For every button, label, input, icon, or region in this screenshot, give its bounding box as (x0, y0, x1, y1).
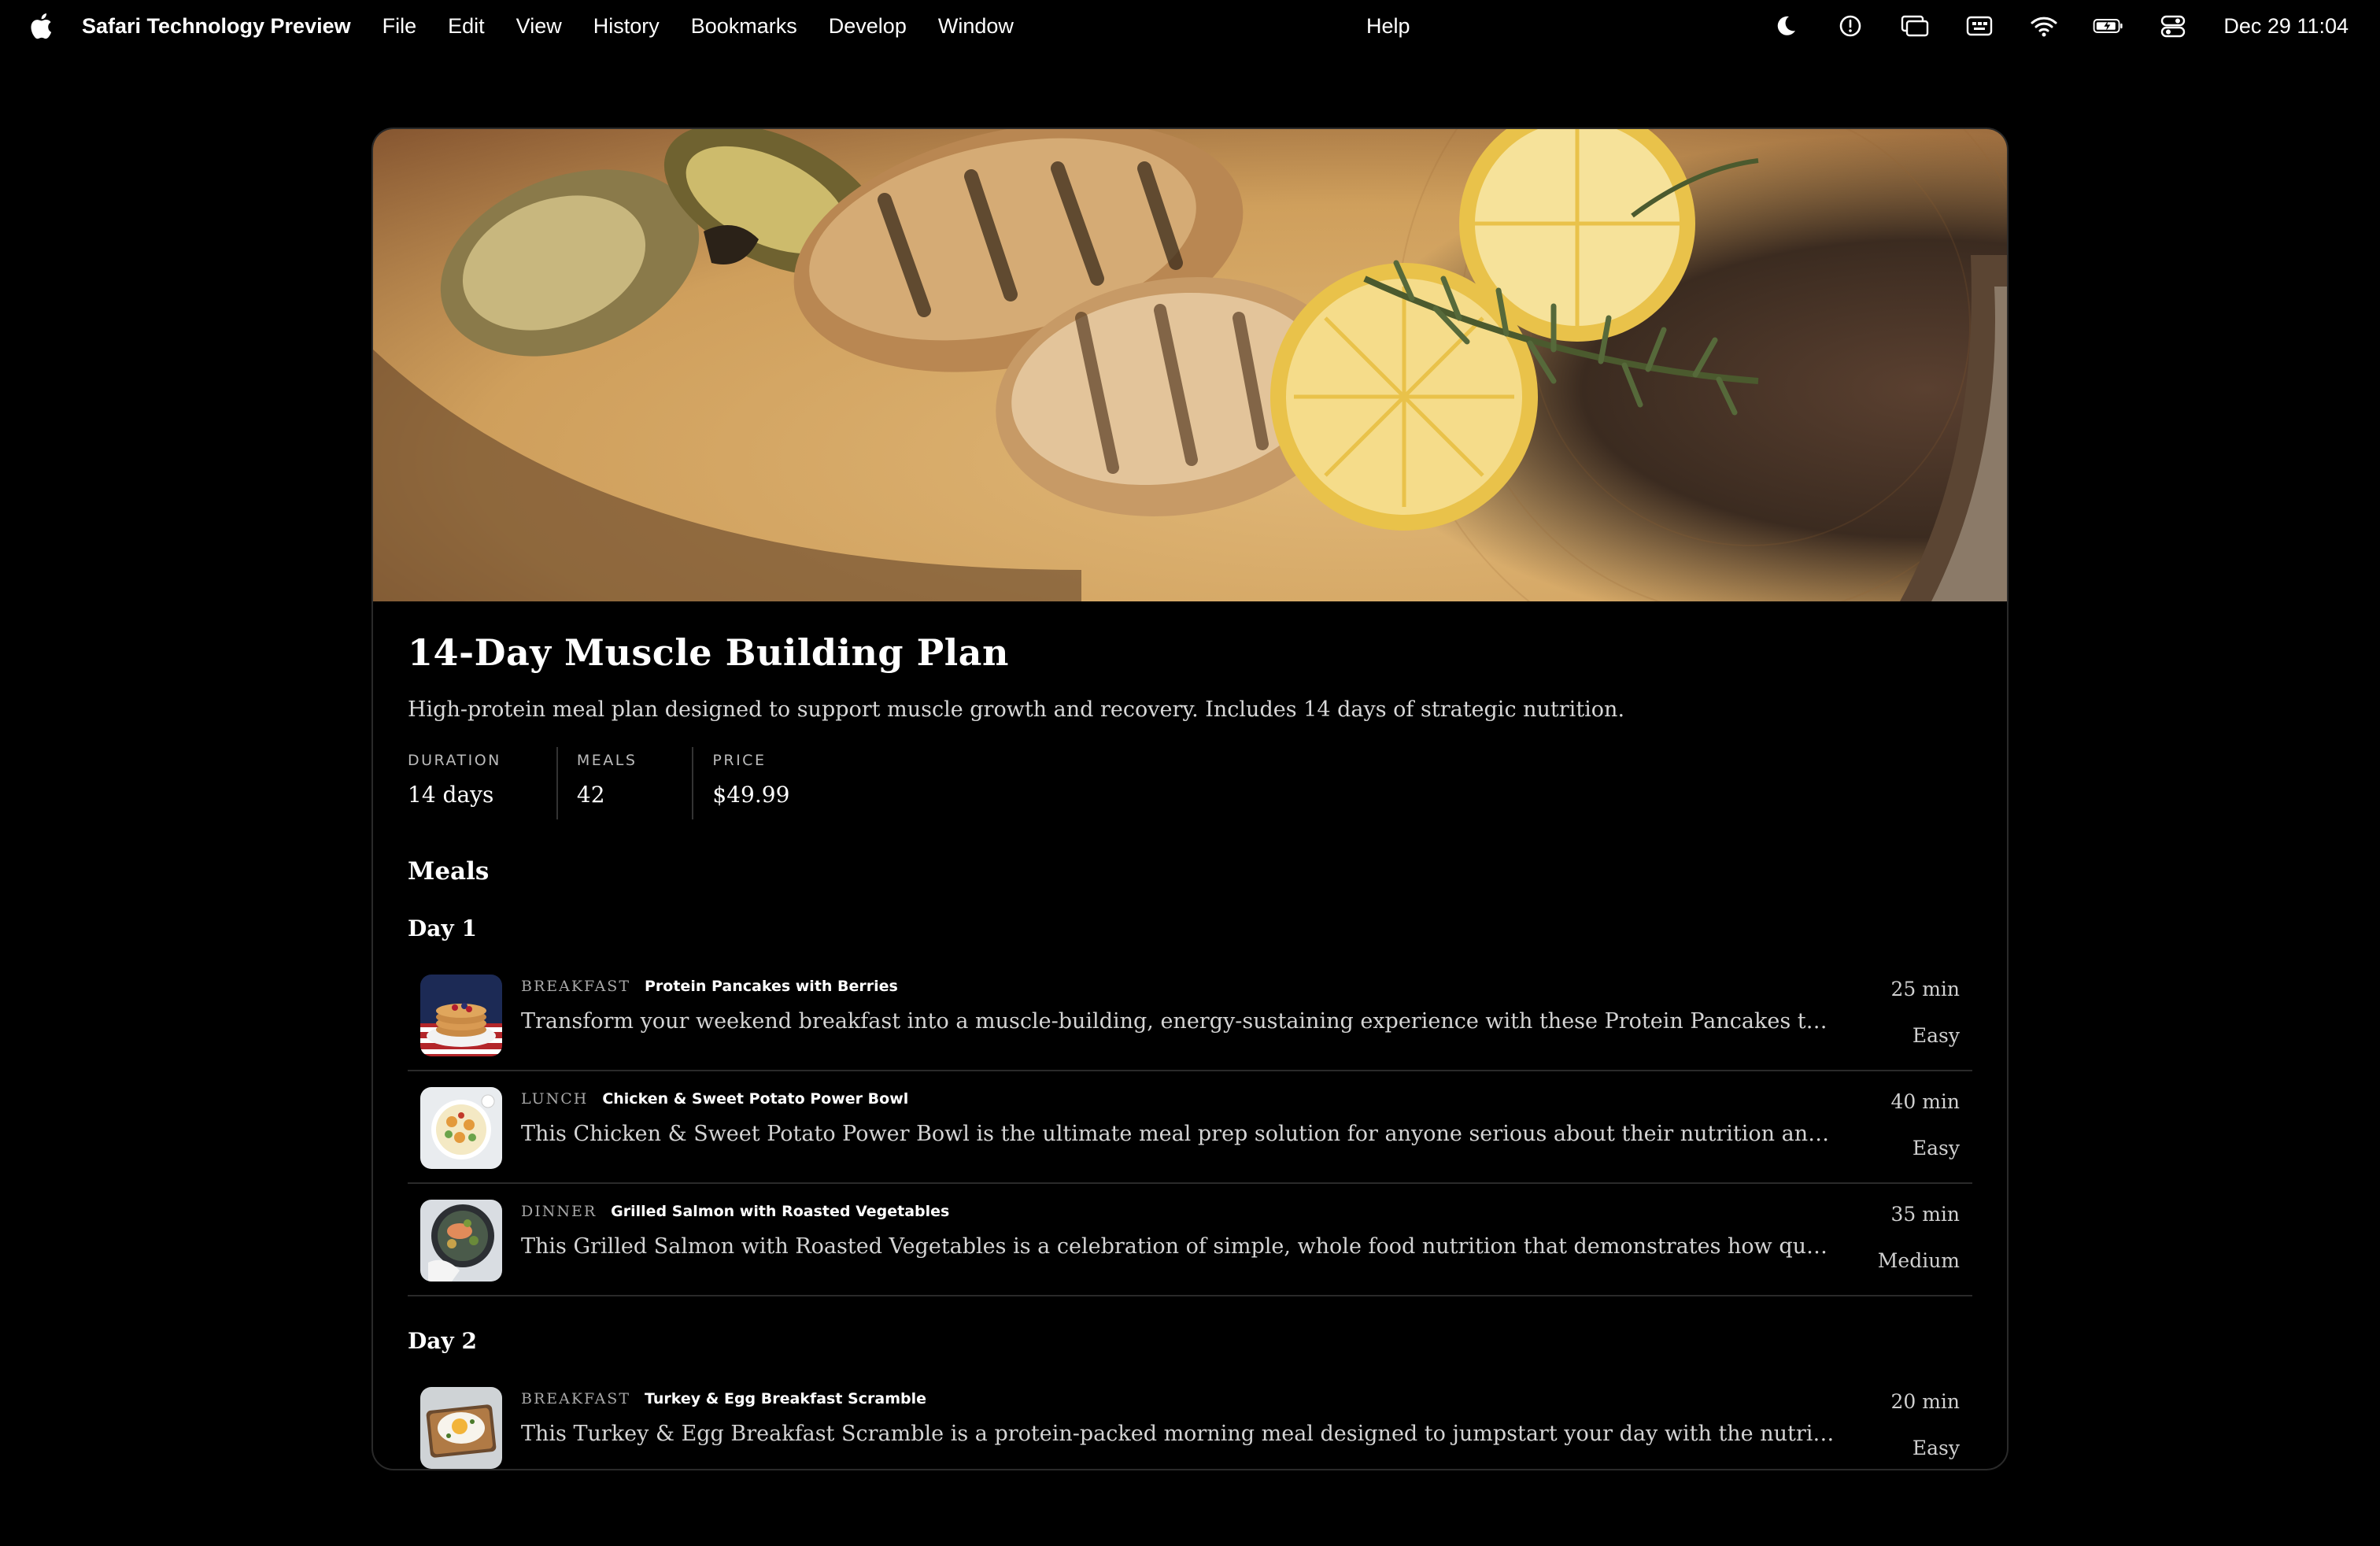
meal-header: BREAKFAST Protein Pancakes with Berries (521, 978, 1839, 995)
meal-type: DINNER (521, 1203, 597, 1220)
meal-time: 20 min (1890, 1390, 1960, 1413)
meal-header: DINNER Grilled Salmon with Roasted Veget… (521, 1203, 1839, 1220)
menu-develop[interactable]: Develop (829, 14, 907, 39)
day-title: Day 2 (408, 1328, 477, 1354)
meal-thumbnail (420, 1087, 502, 1169)
menu-history[interactable]: History (593, 14, 660, 39)
stat-meals: MEALS 42 (556, 747, 693, 819)
meal-type: LUNCH (521, 1090, 589, 1108)
meal-time: 40 min (1890, 1090, 1960, 1113)
meal-meta: 35 min Medium (1878, 1203, 1960, 1272)
meal-meta: 25 min Easy (1890, 978, 1960, 1047)
stat-price: PRICE $49.99 (692, 747, 844, 819)
menu-edit[interactable]: Edit (448, 14, 485, 39)
menu-view[interactable]: View (516, 14, 562, 39)
meal-description: This Chicken & Sweet Potato Power Bowl i… (521, 1122, 1839, 1146)
meal-meta: 40 min Easy (1890, 1090, 1960, 1160)
meal-meta: 20 min Easy (1890, 1390, 1960, 1459)
day-title: Day 1 (408, 915, 477, 941)
meal-row[interactable]: DINNER Grilled Salmon with Roasted Veget… (408, 1184, 1972, 1296)
moon-icon[interactable] (1770, 10, 1802, 42)
stat-value: 14 days (408, 782, 494, 808)
wifi-icon[interactable] (2028, 10, 2060, 42)
meal-body: BREAKFAST Turkey & Egg Breakfast Scrambl… (521, 1390, 1839, 1446)
menu-help[interactable]: Help (1366, 14, 1410, 39)
stat-label: MEALS (576, 752, 638, 769)
meal-description: This Grilled Salmon with Roasted Vegetab… (521, 1234, 1839, 1259)
stat-label: DURATION (408, 752, 501, 769)
meal-difficulty: Easy (1912, 1437, 1960, 1459)
meal-body: DINNER Grilled Salmon with Roasted Veget… (521, 1203, 1839, 1259)
status-area: Dec 29 11:04 (1737, 0, 2349, 52)
meal-row[interactable]: LUNCH Chicken & Sweet Potato Power Bowl … (408, 1071, 1972, 1184)
meal-thumbnail (420, 1200, 502, 1282)
meal-name[interactable]: Protein Pancakes with Berries (645, 978, 898, 995)
meal-type: BREAKFAST (521, 1390, 630, 1407)
meal-thumbnail (420, 1387, 502, 1469)
meals-section-title: Meals (408, 857, 490, 886)
stat-label: PRICE (712, 752, 767, 769)
meal-thumbnail (420, 975, 502, 1056)
meal-description: Transform your weekend breakfast into a … (521, 1009, 1839, 1034)
menu-bar: Safari Technology Preview File Edit View… (0, 0, 2380, 52)
meal-header: LUNCH Chicken & Sweet Potato Power Bowl (521, 1090, 1839, 1108)
keyboard-icon[interactable] (1964, 10, 1995, 42)
meal-time: 35 min (1890, 1203, 1960, 1226)
stat-value: $49.99 (712, 782, 790, 808)
meal-body: BREAKFAST Protein Pancakes with Berries … (521, 978, 1839, 1034)
menu-file[interactable]: File (382, 14, 417, 39)
meal-difficulty: Easy (1912, 1137, 1960, 1160)
menu-bookmarks[interactable]: Bookmarks (691, 14, 797, 39)
plan-card: 14-Day Muscle Building Plan High-protein… (371, 128, 2009, 1470)
menu-window[interactable]: Window (938, 14, 1014, 39)
meal-difficulty: Easy (1912, 1024, 1960, 1047)
app-name-menu[interactable]: Safari Technology Preview (82, 14, 351, 39)
stat-value: 42 (576, 782, 605, 808)
meal-name[interactable]: Chicken & Sweet Potato Power Bowl (602, 1090, 908, 1108)
meal-time: 25 min (1890, 978, 1960, 1000)
meal-name[interactable]: Grilled Salmon with Roasted Vegetables (611, 1203, 949, 1220)
meal-difficulty: Medium (1877, 1249, 1960, 1272)
meal-row[interactable]: BREAKFAST Turkey & Egg Breakfast Scrambl… (408, 1371, 1972, 1469)
meal-list: BREAKFAST Protein Pancakes with Berries … (408, 959, 1972, 1296)
apple-menu-icon[interactable] (28, 11, 54, 41)
meal-list: BREAKFAST Turkey & Egg Breakfast Scrambl… (408, 1371, 1972, 1469)
plan-description: High-protein meal plan designed to suppo… (408, 697, 1625, 722)
meal-row[interactable]: BREAKFAST Protein Pancakes with Berries … (408, 959, 1972, 1071)
meal-header: BREAKFAST Turkey & Egg Breakfast Scrambl… (521, 1390, 1839, 1407)
plan-stats: DURATION 14 days MEALS 42 PRICE $49.99 (408, 747, 1972, 819)
hero-image (373, 129, 2007, 601)
control-center-icon[interactable] (2157, 10, 2189, 42)
stat-duration: DURATION 14 days (408, 747, 556, 819)
plan-title: 14-Day Muscle Building Plan (408, 631, 1009, 674)
meal-type: BREAKFAST (521, 978, 630, 995)
screen-time-icon[interactable] (1835, 10, 1866, 42)
battery-icon[interactable] (2093, 10, 2124, 42)
menu-clock[interactable]: Dec 29 11:04 (2223, 14, 2349, 39)
meal-body: LUNCH Chicken & Sweet Potato Power Bowl … (521, 1090, 1839, 1146)
meal-description: This Turkey & Egg Breakfast Scramble is … (521, 1422, 1839, 1446)
screen-mirroring-icon[interactable] (1899, 10, 1931, 42)
meal-name[interactable]: Turkey & Egg Breakfast Scramble (645, 1390, 926, 1407)
